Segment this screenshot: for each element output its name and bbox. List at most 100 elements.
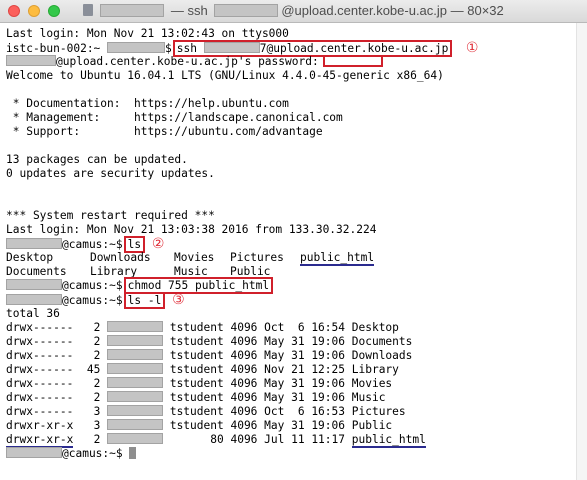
links: 45 [86, 363, 101, 376]
ls-l-command: ls -l [127, 294, 162, 307]
table-row: drwxr-xr-x 2 80 4096 Jul 11 11:17 public… [6, 433, 426, 448]
welcome-line: Welcome to Ubuntu 16.04.1 LTS (GNU/Linux… [6, 69, 444, 82]
password-input-highlight[interactable] [322, 55, 383, 67]
filename: Public [351, 419, 393, 432]
list-item: Movies [174, 251, 215, 264]
remote-prompt: @camus:~$ [62, 238, 123, 251]
list-item: Pictures [230, 251, 284, 264]
filename: Music [351, 391, 386, 404]
perms: drwx------ [6, 405, 74, 418]
size: 4096 [230, 405, 258, 418]
table-row: drwx------ 2 tstudent 4096 May 31 19:06 … [6, 377, 392, 391]
perms: drwx------ [6, 335, 74, 348]
group: tstudent [169, 335, 224, 348]
redacted-username [214, 4, 279, 17]
group: 80 [210, 433, 224, 446]
redacted-username [107, 419, 164, 430]
group: tstudent [169, 419, 224, 432]
filename: Documents [351, 335, 413, 348]
redacted-username [107, 363, 164, 374]
chmod-command-line: @camus:~$ chmod 755 public_html [6, 277, 274, 294]
annotation-2: ② [151, 236, 165, 252]
ls-command-line: @camus:~$ ls ② [6, 236, 165, 253]
password-line: @upload.center.kobe-u.ac.jp's password: [6, 55, 383, 69]
redacted-username [6, 294, 62, 305]
size: 4096 [230, 377, 258, 390]
list-item: Downloads [90, 251, 151, 264]
redacted-username [107, 349, 164, 360]
date: May 31 19:06 [264, 349, 345, 362]
table-row: drwx------ 2 tstudent 4096 May 31 19:06 … [6, 391, 385, 405]
redacted-username [6, 55, 56, 66]
management-line: * Management: https://landscape.canonica… [6, 111, 343, 124]
redacted-username [107, 391, 164, 402]
perms: drwx------ [6, 377, 74, 390]
date: May 31 19:06 [264, 335, 345, 348]
links: 2 [86, 349, 101, 362]
title-host: @upload.center.kobe-u.ac.jp — 80×32 [281, 3, 504, 18]
filename: Downloads [351, 349, 413, 362]
filename: Movies [351, 377, 393, 390]
redacted-username [107, 433, 164, 444]
total-line: total 36 [6, 307, 60, 320]
documentation-line: * Documentation: https://help.ubuntu.com [6, 97, 289, 110]
date: May 31 19:06 [264, 377, 345, 390]
packages-line: 13 packages can be updated. [6, 153, 188, 166]
redacted-username [6, 447, 62, 458]
links: 2 [86, 391, 101, 404]
perms: drwx------ [6, 321, 74, 334]
size: 4096 [230, 391, 258, 404]
group: tstudent [169, 405, 224, 418]
date: Oct 6 16:54 [264, 321, 345, 334]
ssh-command-line: istc-bun-002:~ $ ssh 7@upload.center.kobe… [6, 40, 478, 57]
perms: drwx------ [6, 363, 74, 376]
window-title: — ssh @upload.center.kobe-u.ac.jp — 80×3… [0, 3, 587, 19]
restart-line: *** System restart required *** [6, 209, 215, 222]
table-row: drwx------ 45 tstudent 4096 Nov 21 12:25… [6, 363, 399, 377]
terminal-content[interactable]: Last login: Mon Nov 21 13:02:43 on ttys0… [0, 23, 576, 480]
perms-public-html: drwxr-xr-x [6, 433, 74, 448]
filename: Desktop [351, 321, 399, 334]
group: tstudent [169, 391, 224, 404]
ssh-host: 7@upload.center.kobe-u.ac.jp [259, 42, 449, 55]
redacted-username [6, 279, 62, 290]
last-login-remote-line: Last login: Mon Nov 21 13:03:38 2016 fro… [6, 223, 377, 236]
ls-command: ls [127, 238, 142, 251]
folder-icon [83, 4, 94, 16]
prompt-symbol: $ [165, 42, 172, 55]
perms: drwxr-xr-x [6, 419, 74, 432]
group: tstudent [169, 321, 224, 334]
links: 2 [86, 335, 101, 348]
redacted-username [100, 4, 165, 17]
ssh-command: ssh [176, 42, 198, 55]
scrollbar[interactable] [576, 23, 587, 480]
group: tstudent [169, 377, 224, 390]
list-item: Documents [6, 265, 67, 278]
annotation-3: ③ [172, 292, 185, 308]
date: Nov 21 12:25 [264, 363, 345, 376]
final-prompt-line: @camus:~$ [6, 447, 137, 461]
table-row: drwx------ 2 tstudent 4096 May 31 19:06 … [6, 349, 412, 363]
size: 4096 [230, 433, 258, 446]
links: 3 [86, 405, 101, 418]
local-prompt: istc-bun-002:~ [6, 42, 101, 55]
perms: drwx------ [6, 391, 74, 404]
table-row: drwx------ 2 tstudent 4096 Oct 6 16:54 D… [6, 321, 399, 335]
redacted-username [107, 377, 164, 388]
filename: Library [351, 363, 399, 376]
size: 4096 [230, 363, 258, 376]
title-bar[interactable]: — ssh @upload.center.kobe-u.ac.jp — 80×3… [0, 0, 587, 23]
list-item: Desktop [6, 251, 54, 264]
terminal-window: — ssh @upload.center.kobe-u.ac.jp — 80×3… [0, 0, 587, 480]
redacted-username [6, 238, 62, 249]
links: 2 [86, 321, 101, 334]
remote-prompt: @camus:~$ [62, 447, 123, 460]
date: Oct 6 16:53 [264, 405, 345, 418]
redacted-username [203, 42, 260, 53]
size: 4096 [230, 335, 258, 348]
links: 3 [86, 419, 101, 432]
remote-prompt: @camus:~$ [62, 279, 123, 292]
size: 4096 [230, 321, 258, 334]
text-cursor[interactable] [129, 447, 137, 459]
ls-l-command-highlight: ls -l [123, 292, 166, 309]
